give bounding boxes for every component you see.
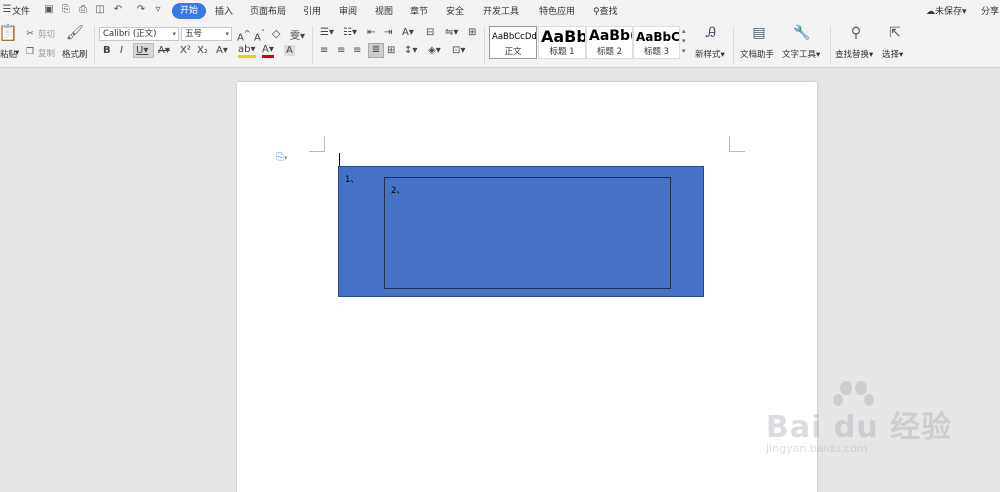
increase-indent-icon[interactable]: ⇥ <box>384 27 392 38</box>
save-icon[interactable]: ▣ <box>43 4 55 16</box>
print-preview-icon[interactable]: ◫ <box>94 4 106 16</box>
search-button[interactable]: ⚲查找 <box>593 4 618 17</box>
show-marks-icon[interactable]: ⇋▾ <box>445 27 458 38</box>
strikethrough-icon[interactable]: A▾ <box>158 45 170 56</box>
customize-quick-access-icon[interactable]: ▿ <box>152 4 164 16</box>
doc-assistant-button[interactable]: 文档助手 <box>740 48 774 60</box>
highlight-icon[interactable]: ab▾ <box>238 45 256 58</box>
align-left-icon[interactable]: ≡ <box>320 45 328 56</box>
shrink-font-icon[interactable]: Aˇ <box>254 28 265 43</box>
share-button[interactable]: 分享 <box>981 4 999 17</box>
ribbon-toolbar: 📋 粘贴 ▾ ✂ 剪切 ❐ 复制 🖌 格式刷 Calibri (正文) 五号 A… <box>0 22 1000 68</box>
align-center-icon[interactable]: ≡ <box>337 45 345 56</box>
tab-review[interactable]: 审阅 <box>339 4 357 17</box>
select-button[interactable]: 选择▾ <box>882 48 903 60</box>
tab-view[interactable]: 视图 <box>375 4 393 17</box>
font-color-icon[interactable]: A▾ <box>262 45 274 58</box>
align-right-icon[interactable]: ≡ <box>353 45 361 56</box>
phonetic-guide-icon[interactable]: 雯▾ <box>290 27 305 42</box>
chinese-layout-icon[interactable]: ⊟ <box>426 27 434 38</box>
style-gallery-scroll-icon[interactable]: ▴ ▾ ▾ <box>682 26 686 56</box>
search-icon: ⚲ <box>593 7 600 17</box>
subscript-icon[interactable]: X₂ <box>197 45 208 56</box>
cut-label[interactable]: 剪切 <box>38 28 55 40</box>
distributed-icon[interactable]: ⊞ <box>387 45 395 56</box>
print-icon[interactable]: ⎙ <box>77 4 89 16</box>
underline-icon: U▾ <box>136 45 149 56</box>
tab-developer[interactable]: 开发工具 <box>483 4 519 17</box>
bold-icon[interactable]: B <box>103 45 111 56</box>
doc-assistant-icon[interactable]: ▤ <box>750 26 768 40</box>
tab-references[interactable]: 引用 <box>303 4 321 17</box>
menu-file[interactable]: 文件 <box>12 4 30 17</box>
redo-icon[interactable]: ↷ <box>135 4 147 16</box>
cloud-icon: ☁ <box>926 7 935 17</box>
paste-icon[interactable]: 📋 <box>0 25 18 41</box>
format-painter-label[interactable]: 格式刷 <box>62 48 88 60</box>
clear-format-icon[interactable]: ◇ <box>272 27 280 40</box>
text-tools-icon[interactable]: 🔧 <box>793 26 811 40</box>
crop-mark-top-right <box>729 136 745 152</box>
cut-icon[interactable]: ✂ <box>25 27 35 41</box>
document-page[interactable]: ⎘▾ 1、 2、 <box>237 82 817 492</box>
new-style-icon[interactable]: Ꭿ <box>701 26 721 40</box>
baidu-watermark: Bai du 经验 jingyan.baidu.com <box>758 380 958 470</box>
crop-mark-top-left <box>309 136 325 152</box>
select-cursor-icon[interactable]: ⇱ <box>887 26 903 40</box>
line-spacing-icon[interactable]: ↕▾ <box>404 45 417 56</box>
inner-text-box[interactable]: 2、 <box>384 177 671 289</box>
outer-box-label: 1、 <box>345 175 359 185</box>
undo-icon[interactable]: ↶ <box>112 4 124 16</box>
grow-font-icon[interactable]: A^ <box>237 28 251 43</box>
watermark-brand: Bai du 经验 <box>766 410 953 445</box>
tab-insert[interactable]: 插入 <box>215 4 233 17</box>
tab-chapter[interactable]: 章节 <box>410 4 428 17</box>
unsaved-status[interactable]: ☁未保存▾ <box>926 4 967 17</box>
shading-icon[interactable]: ◈▾ <box>428 45 441 56</box>
decrease-indent-icon[interactable]: ⇤ <box>367 27 375 38</box>
find-replace-button[interactable]: 查找替换▾ <box>835 48 873 60</box>
style-normal[interactable]: AaBbCcDd 正文 <box>489 26 537 59</box>
bullet-list-icon[interactable]: ☰▾ <box>320 27 334 38</box>
style-heading-1[interactable]: AaBb 标题 1 <box>538 26 586 59</box>
style-heading-3[interactable]: AaBbC 标题 3 <box>633 26 680 59</box>
format-painter-icon[interactable]: 🖌 <box>66 26 84 40</box>
text-cursor <box>339 153 340 166</box>
justify-icon[interactable]: ≣ <box>368 43 384 58</box>
superscript-icon[interactable]: X² <box>180 45 191 56</box>
tab-home[interactable]: 开始 <box>172 3 206 19</box>
font-size-select[interactable]: 五号 <box>181 27 232 41</box>
copy-label[interactable]: 复制 <box>38 47 55 59</box>
menu-bar: ☰ 文件 ▣ ⎘ ⎙ ◫ ↶ ↷ ▿ 开始 插入 页面布局 引用 审阅 视图 章… <box>0 0 1000 22</box>
style-heading-2[interactable]: AaBb( 标题 2 <box>586 26 633 59</box>
watermark-url: jingyan.baidu.com <box>766 442 868 455</box>
tab-special-apps[interactable]: 特色应用 <box>539 4 575 17</box>
text-effect-icon[interactable]: A▾ <box>216 45 228 56</box>
outer-text-box[interactable]: 1、 2、 <box>338 166 704 297</box>
numbered-list-icon[interactable]: ☷▾ <box>343 27 357 38</box>
text-direction-icon[interactable]: A▾ <box>402 27 414 38</box>
tab-page-layout[interactable]: 页面布局 <box>250 4 286 17</box>
italic-icon[interactable]: I <box>120 45 123 56</box>
export-icon[interactable]: ⎘ <box>60 4 72 16</box>
character-shading-icon[interactable]: A <box>284 45 295 56</box>
font-name-select[interactable]: Calibri (正文) <box>99 27 179 41</box>
text-tools-button[interactable]: 文字工具▾ <box>782 48 820 60</box>
inner-box-label: 2、 <box>391 186 405 196</box>
copy-icon[interactable]: ❐ <box>25 45 35 59</box>
paragraph-options-icon[interactable]: ⎘▾ <box>276 152 288 163</box>
find-replace-icon[interactable]: ⚲ <box>847 26 865 40</box>
borders-icon[interactable]: ⊡▾ <box>452 45 465 56</box>
tab-security[interactable]: 安全 <box>446 4 464 17</box>
new-style-button[interactable]: 新样式▾ <box>695 48 725 60</box>
table-borders-icon[interactable]: ⊞ <box>468 27 476 38</box>
